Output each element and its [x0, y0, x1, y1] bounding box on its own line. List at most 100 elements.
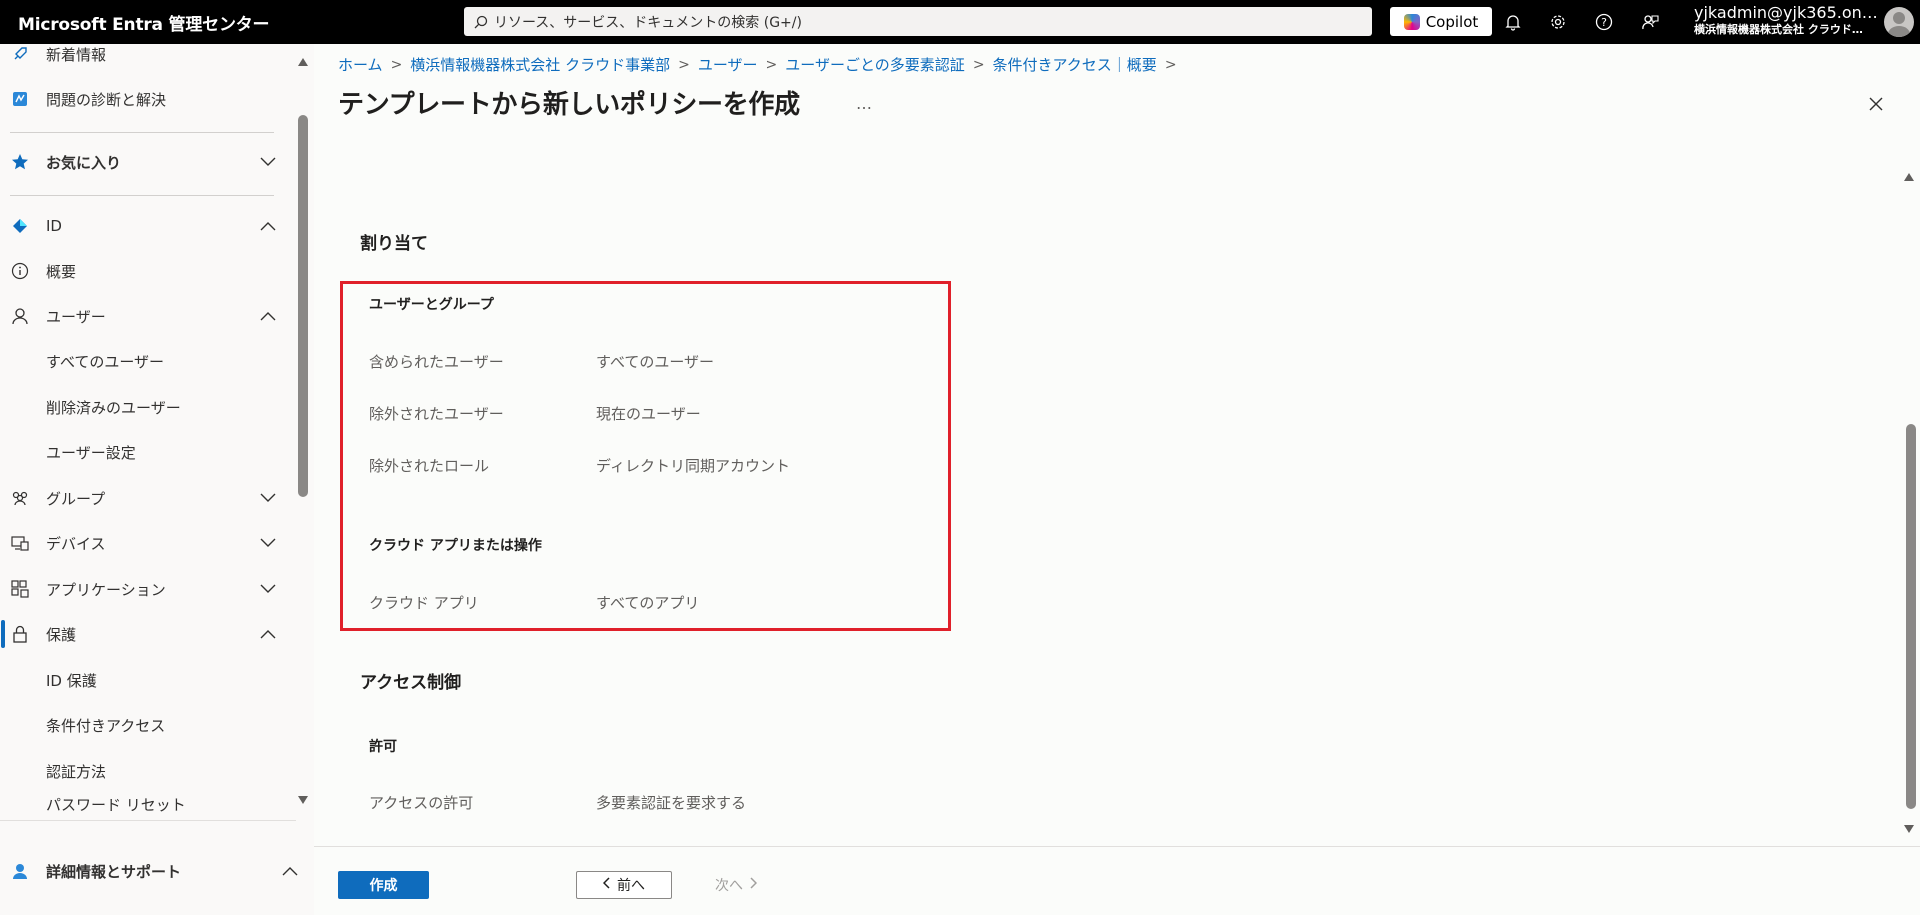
sidebar-item-learn-support[interactable]: 詳細情報とサポート [0, 851, 300, 891]
page-title: テンプレートから新しいポリシーを作成 [338, 90, 800, 120]
previous-button[interactable]: 前へ [576, 871, 672, 899]
sidebar-item-label: 詳細情報とサポート [46, 862, 182, 881]
sidebar-scroll-up-icon[interactable] [298, 58, 308, 66]
footer-divider [314, 846, 1920, 847]
top-bar: Microsoft Entra 管理センター リソース、サービス、ドキュメントの… [0, 0, 1920, 44]
sidebar-item-groups[interactable]: グループ [0, 478, 282, 518]
rocket-icon [10, 44, 30, 64]
breadcrumb-users[interactable]: ユーザー [698, 54, 758, 75]
cloud-apps-heading: クラウド アプリまたは操作 [369, 538, 542, 554]
close-icon[interactable] [1864, 92, 1888, 116]
copilot-icon [1403, 13, 1420, 30]
sidebar-item-applications[interactable]: アプリケーション [0, 569, 282, 609]
sidebar-item-protection[interactable]: 保護 [0, 614, 282, 654]
sidebar-item-users[interactable]: ユーザー [0, 296, 282, 336]
sidebar-item-label: すべてのユーザー [46, 352, 165, 371]
main-scroll-up-icon[interactable] [1904, 173, 1914, 181]
cloud-apps-label: クラウド アプリ [369, 594, 479, 612]
info-icon [10, 261, 30, 281]
sidebar-item-label: デバイス [46, 534, 106, 553]
create-button[interactable]: 作成 [338, 871, 429, 899]
sidebar-item-label: 新着情報 [46, 45, 107, 64]
sidebar-item-label: 認証方法 [46, 762, 107, 781]
sidebar-item-label: ID 保護 [46, 671, 97, 690]
breadcrumb-tenant[interactable]: 横浜情報機器株式会社 クラウド事業部 [410, 54, 670, 75]
breadcrumb: ホーム > 横浜情報機器株式会社 クラウド事業部 > ユーザー > ユーザーごと… [338, 54, 1177, 75]
chevron-down-icon [258, 152, 278, 172]
sidebar-item-conditional-access[interactable]: 条件付きアクセス [0, 705, 282, 745]
user-icon [10, 306, 30, 326]
gear-icon[interactable] [1547, 11, 1569, 33]
app-title[interactable]: Microsoft Entra 管理センター [18, 10, 270, 35]
group-icon [10, 488, 30, 508]
sidebar-item-user-settings[interactable]: ユーザー設定 [0, 432, 282, 472]
excluded-users-value: 現在のユーザー [596, 405, 701, 423]
applications-icon [10, 579, 30, 599]
star-icon [10, 152, 30, 172]
sidebar-item-label: アプリケーション [46, 580, 166, 599]
copilot-button[interactable]: Copilot [1390, 7, 1492, 36]
access-control-heading: アクセス制御 [360, 673, 462, 693]
breadcrumb-home[interactable]: ホーム [338, 54, 383, 75]
sidebar-item-whats-new[interactable]: 新着情報 [0, 34, 282, 74]
more-options-button[interactable]: … [856, 94, 872, 113]
chevron-down-icon [258, 579, 278, 599]
included-users-value: すべてのユーザー [596, 353, 715, 371]
user-org: 横浜情報機器株式会社 クラウド… [1694, 23, 1863, 36]
sidebar-item-label: グループ [46, 489, 106, 508]
breadcrumb-conditional-access[interactable]: 条件付きアクセス｜概要 [993, 54, 1157, 75]
sidebar-item-deleted-users[interactable]: 削除済みのユーザー [0, 387, 282, 427]
sidebar-divider [10, 132, 274, 133]
bell-icon[interactable] [1502, 11, 1524, 33]
sidebar-item-label: 問題の診断と解決 [46, 90, 167, 109]
grant-access-label: アクセスの許可 [369, 794, 474, 812]
chevron-right-icon [749, 877, 758, 893]
sidebar-scrollbar[interactable] [298, 115, 308, 497]
grant-heading: 許可 [369, 739, 397, 755]
assignments-heading: 割り当て [360, 234, 428, 254]
svg-text:?: ? [1601, 16, 1607, 29]
sidebar-item-overview[interactable]: 概要 [0, 251, 282, 291]
sidebar-item-devices[interactable]: デバイス [0, 523, 282, 563]
help-icon[interactable]: ? [1593, 11, 1615, 33]
search-input[interactable]: リソース、サービス、ドキュメントの検索 (G+/) [464, 7, 1372, 36]
sidebar-item-id[interactable]: ID [0, 206, 282, 246]
sidebar-item-auth-methods[interactable]: 認証方法 [0, 751, 282, 791]
account-info[interactable]: yjkadmin@yjk365.on… 横浜情報機器株式会社 クラウド… [1694, 5, 1878, 36]
sidebar-item-label: パスワード リセット [46, 796, 186, 812]
sidebar-item-all-users[interactable]: すべてのユーザー [0, 341, 282, 381]
devices-icon [10, 533, 30, 553]
cloud-apps-value: すべてのアプリ [596, 594, 700, 612]
excluded-roles-label: 除外されたロール [369, 457, 490, 475]
sidebar-item-label: 削除済みのユーザー [46, 398, 181, 417]
sidebar-item-label: ユーザー設定 [46, 443, 136, 462]
sidebar-item-label: 保護 [46, 625, 77, 644]
search-placeholder: リソース、サービス、ドキュメントの検索 (G+/) [494, 14, 802, 31]
users-groups-heading: ユーザーとグループ [369, 297, 494, 313]
next-button[interactable]: 次へ [700, 871, 772, 899]
excluded-roles-value: ディレクトリ同期アカウント [596, 457, 790, 475]
chevron-down-icon [258, 533, 278, 553]
chevron-up-icon [258, 624, 278, 644]
feedback-icon[interactable] [1639, 11, 1661, 33]
sidebar-item-diagnose[interactable]: 問題の診断と解決 [0, 79, 282, 119]
sidebar-divider [0, 820, 296, 821]
chevron-left-icon [602, 877, 611, 893]
breadcrumb-per-user-mfa[interactable]: ユーザーごとの多要素認証 [785, 54, 965, 75]
copilot-label: Copilot [1425, 12, 1479, 31]
chevron-up-icon [258, 216, 278, 236]
avatar[interactable] [1884, 7, 1914, 37]
main-scrollbar[interactable] [1906, 424, 1916, 809]
chevron-right-icon: > [972, 56, 985, 73]
sidebar-scroll-down-icon[interactable] [298, 796, 308, 804]
sidebar-item-id-protection[interactable]: ID 保護 [0, 660, 282, 700]
sidebar-item-favorites[interactable]: お気に入り [0, 142, 282, 182]
previous-label: 前へ [617, 878, 645, 894]
sidebar: 新着情報 問題の診断と解決 お気に入り ID 概要 ユーザー すべてのユーザー … [0, 44, 298, 915]
main-scroll-down-icon[interactable] [1904, 825, 1914, 833]
chevron-right-icon: > [765, 56, 778, 73]
identity-diamond-icon [10, 216, 30, 236]
diagnose-icon [10, 89, 30, 109]
sidebar-item-password-reset[interactable]: パスワード リセット [0, 788, 282, 812]
sidebar-item-label: 概要 [46, 262, 77, 281]
